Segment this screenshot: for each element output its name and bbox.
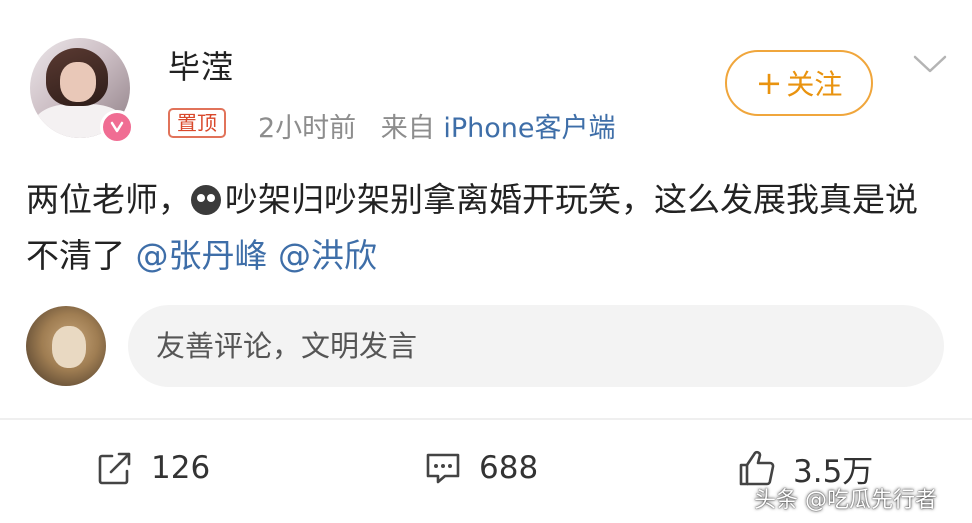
author-name[interactable]: 毕滢 [168,42,234,88]
follow-label: 关注 [786,68,843,101]
avatar-face [60,62,96,102]
post-time: 2小时前 [258,113,357,144]
sad-face-emoji-icon [191,185,221,215]
comment-icon [426,453,460,484]
chevron-down-icon[interactable] [912,52,948,76]
content-text-1: 两位老师， [26,180,191,219]
repost-button[interactable]: 126 [95,444,210,492]
source-client[interactable]: iPhone客户端 [443,113,615,144]
current-user-avatar [26,306,106,386]
watermark: 头条 @吃瓜先行者 [754,488,937,513]
follow-button[interactable]: + 关注 [725,50,873,116]
comment-count: 688 [479,450,539,486]
plus-icon: + [755,64,783,102]
avatar-face [52,326,86,368]
repost-icon [98,452,131,485]
comment-input[interactable]: 友善评论，文明发言 [128,305,944,387]
post-meta: 2小时前 来自 iPhone客户端 [258,106,616,145]
repost-count: 126 [151,450,211,486]
mention-link[interactable]: @张丹峰 [136,236,268,275]
verified-v-icon [100,110,134,144]
mention-link[interactable]: @洪欣 [278,236,377,275]
source-prefix: 来自 [380,113,435,144]
pinned-tag: 置顶 [168,108,226,138]
post-content: 两位老师， 吵架归吵架别拿离婚开玩笑，这么发展我真是说不清了 @张丹峰 @洪欣 [26,172,946,284]
comment-button[interactable]: 688 [423,444,538,492]
divider [0,418,972,420]
